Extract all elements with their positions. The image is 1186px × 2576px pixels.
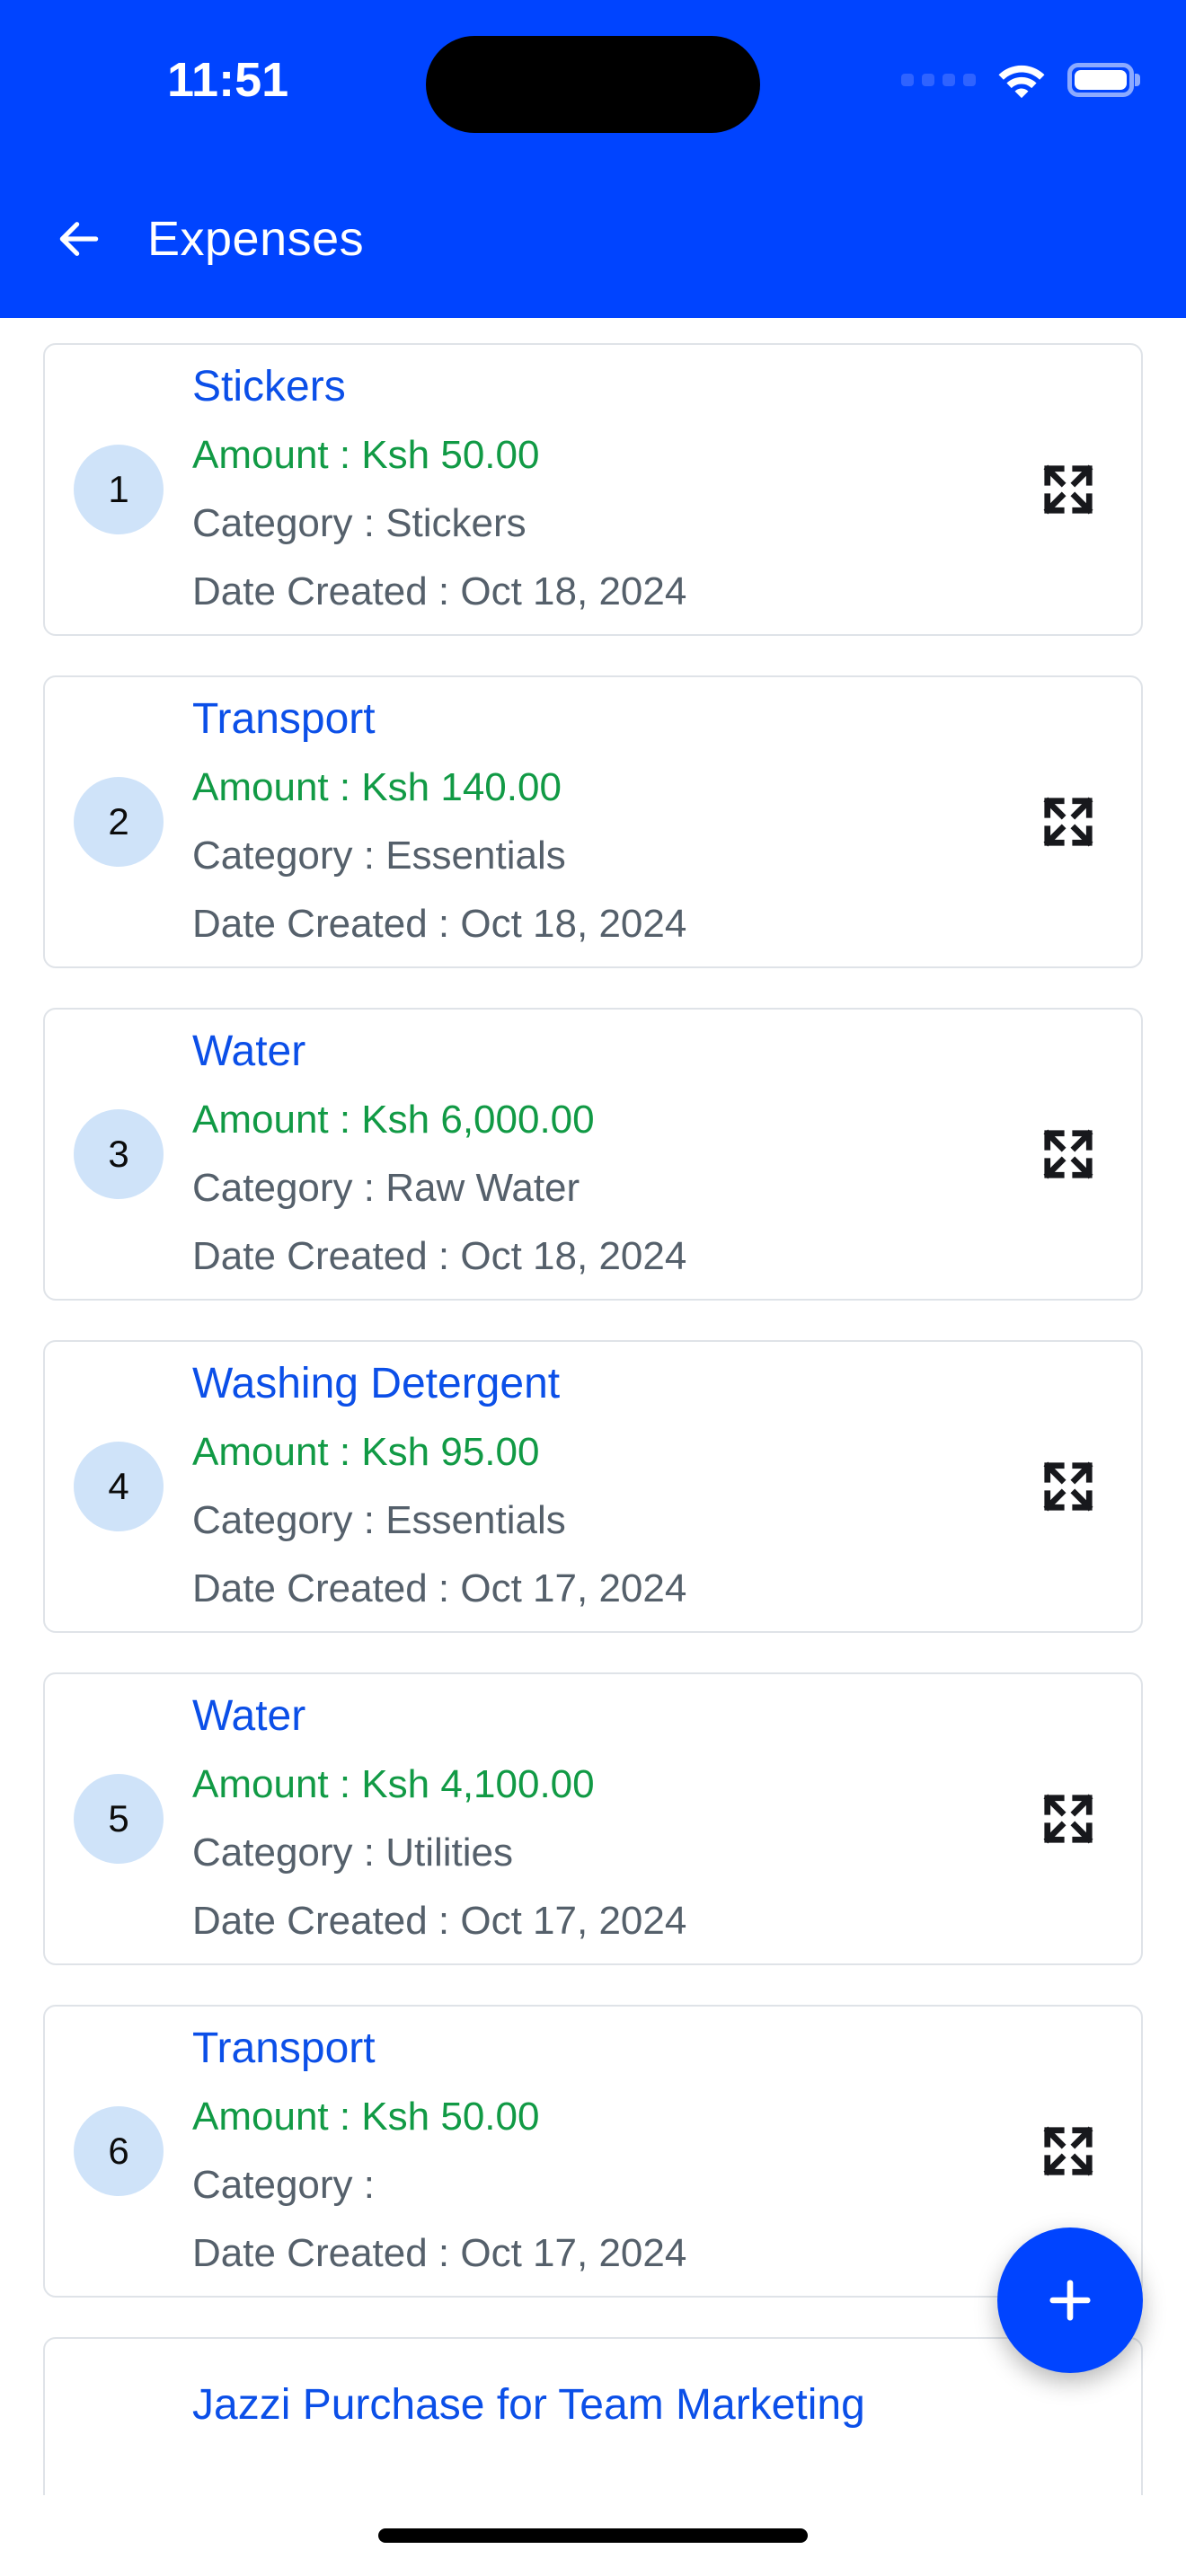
expand-fullscreen-icon [1040, 462, 1096, 517]
expense-date: Date Created : Oct 18, 2024 [192, 569, 687, 613]
expense-amount: Amount : Ksh 50.00 [192, 2095, 540, 2139]
expense-details: Transport Amount : Ksh 140.00 Category :… [192, 685, 1030, 958]
app-bar: Expenses [0, 160, 1186, 318]
app-screen: 11:51 Expenses 1 Stickers Amount: Ksh 5… [0, 0, 1186, 2576]
dynamic-island [426, 36, 760, 133]
expense-index-badge: 5 [74, 1774, 164, 1864]
expense-index-badge: 4 [74, 1442, 164, 1531]
expense-index-badge: 3 [74, 1109, 164, 1199]
add-expense-fab[interactable] [997, 2228, 1143, 2373]
expense-title: Washing Detergent [192, 1360, 561, 1407]
expand-button[interactable] [1030, 783, 1107, 860]
expense-category: Category : Raw Water [192, 1166, 580, 1210]
expand-button[interactable] [1030, 1780, 1107, 1857]
home-indicator-area [0, 2495, 1186, 2576]
expand-button[interactable] [1030, 451, 1107, 528]
expense-title: Water [192, 1692, 306, 1740]
expense-category: Category : Utilities [192, 1831, 514, 1875]
expense-date: Date Created : Oct 18, 2024 [192, 902, 687, 946]
expense-index-badge: 2 [74, 777, 164, 867]
expense-card[interactable]: 3 Water Amount : Ksh 6,000.00 Category :… [43, 1008, 1143, 1301]
expense-details: Jazzi Purchase for Team Marketing [192, 2371, 1107, 2439]
battery-icon [1067, 63, 1134, 97]
expense-card[interactable]: 2 Transport Amount : Ksh 140.00 Category… [43, 675, 1143, 968]
expense-card[interactable]: 5 Water Amount : Ksh 4,100.00 Category :… [43, 1672, 1143, 1965]
expense-amount: Amount : Ksh 50.00 [192, 433, 540, 477]
expense-amount: Amount : Ksh 140.00 [192, 765, 562, 809]
expense-date: Date Created : Oct 18, 2024 [192, 1234, 687, 1278]
expense-date: Date Created : Oct 17, 2024 [192, 1899, 687, 1943]
expand-button[interactable] [1030, 2113, 1107, 2190]
expense-title: Transport [192, 695, 376, 743]
expand-fullscreen-icon [1040, 1791, 1096, 1847]
expense-category: Category : Stickers [192, 501, 527, 545]
expense-amount: Amount : Ksh 4,100.00 [192, 1762, 595, 1806]
expense-details: Transport Amount : Ksh 50.00 Category : … [192, 2015, 1030, 2288]
expense-title: Transport [192, 2025, 376, 2072]
arrow-left-icon [54, 214, 104, 264]
expense-title: Jazzi Purchase for Team Marketing [192, 2381, 865, 2429]
home-indicator[interactable] [378, 2528, 808, 2543]
expand-fullscreen-icon [1040, 794, 1096, 850]
wifi-icon [996, 61, 1048, 99]
page-title: Expenses [147, 212, 365, 266]
expense-date: Date Created : Oct 17, 2024 [192, 1566, 687, 1610]
expense-title: Stickers [192, 363, 346, 410]
plus-icon [1040, 2271, 1100, 2330]
expense-list[interactable]: 1 Stickers Amount : Ksh 50.00 Category :… [0, 318, 1186, 2576]
expense-category: Category : Essentials [192, 834, 566, 878]
expense-index-badge: 1 [74, 445, 164, 534]
expense-details: Washing Detergent Amount : Ksh 95.00 Cat… [192, 1350, 1030, 1623]
expand-fullscreen-icon [1040, 2123, 1096, 2179]
expense-amount: Amount : Ksh 6,000.00 [192, 1098, 595, 1142]
expense-details: Water Amount : Ksh 4,100.00 Category : U… [192, 1682, 1030, 1955]
expand-button[interactable] [1030, 1116, 1107, 1193]
expense-card[interactable]: 4 Washing Detergent Amount : Ksh 95.00 C… [43, 1340, 1143, 1633]
expense-index-badge: 6 [74, 2106, 164, 2196]
status-bar-time: 11:51 [167, 53, 289, 107]
expand-fullscreen-icon [1040, 1459, 1096, 1514]
status-bar-indicators [901, 61, 1134, 99]
expense-details: Water Amount : Ksh 6,000.00 Category : R… [192, 1018, 1030, 1291]
expense-title: Water [192, 1028, 306, 1075]
expense-category: Category : Essentials [192, 1498, 566, 1542]
expense-details: Stickers Amount : Ksh 50.00 Category : S… [192, 353, 1030, 626]
expand-button[interactable] [1030, 1448, 1107, 1525]
expense-card[interactable]: 1 Stickers Amount : Ksh 50.00 Category :… [43, 343, 1143, 636]
expense-amount: Amount : Ksh 95.00 [192, 1430, 540, 1474]
signal-dots-icon [901, 74, 976, 86]
status-bar: 11:51 [0, 0, 1186, 160]
expense-card[interactable]: 6 Transport Amount : Ksh 50.00 Category … [43, 2005, 1143, 2298]
expense-date: Date Created : Oct 17, 2024 [192, 2231, 687, 2275]
expense-category: Category : [192, 2163, 375, 2207]
expand-fullscreen-icon [1040, 1126, 1096, 1182]
back-button[interactable] [36, 196, 122, 282]
